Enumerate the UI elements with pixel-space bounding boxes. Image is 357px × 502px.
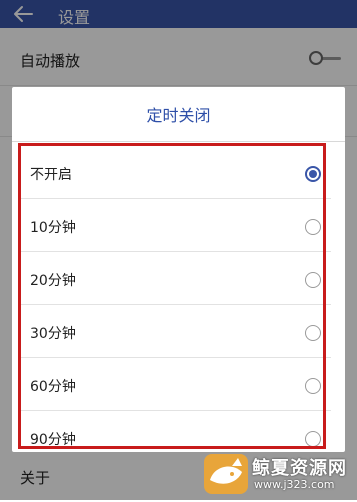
radio-icon[interactable] — [305, 431, 321, 447]
site-watermark: 鲸夏资源网 www.j323.com — [202, 448, 357, 500]
option-60min[interactable]: 60分钟 — [18, 361, 331, 411]
option-label: 90分钟 — [30, 432, 76, 448]
dialog-title: 定时关闭 — [146, 106, 211, 125]
watermark-url: www.j323.com — [254, 478, 335, 491]
option-label: 30分钟 — [30, 325, 76, 342]
option-label: 60分钟 — [30, 378, 76, 395]
whale-logo-icon — [204, 454, 248, 494]
radio-icon[interactable] — [305, 272, 321, 288]
dialog-divider — [12, 141, 345, 142]
watermark-name: 鲸夏资源网 — [252, 458, 347, 479]
timer-close-dialog: 定时关闭 不开启 10分钟 20分钟 30分钟 60分钟 90分钟 — [12, 87, 345, 452]
option-30min[interactable]: 30分钟 — [18, 308, 331, 358]
option-off[interactable]: 不开启 — [18, 149, 331, 199]
timer-options-list: 不开启 10分钟 20分钟 30分钟 60分钟 90分钟 — [18, 149, 331, 457]
option-10min[interactable]: 10分钟 — [18, 202, 331, 252]
option-label: 不开启 — [30, 166, 72, 183]
option-20min[interactable]: 20分钟 — [18, 255, 331, 305]
radio-icon[interactable] — [305, 378, 321, 394]
option-label: 20分钟 — [30, 272, 76, 289]
radio-icon[interactable] — [305, 219, 321, 235]
radio-icon[interactable] — [305, 325, 321, 341]
radio-selected-icon[interactable] — [305, 166, 321, 182]
option-label: 10分钟 — [30, 219, 76, 236]
